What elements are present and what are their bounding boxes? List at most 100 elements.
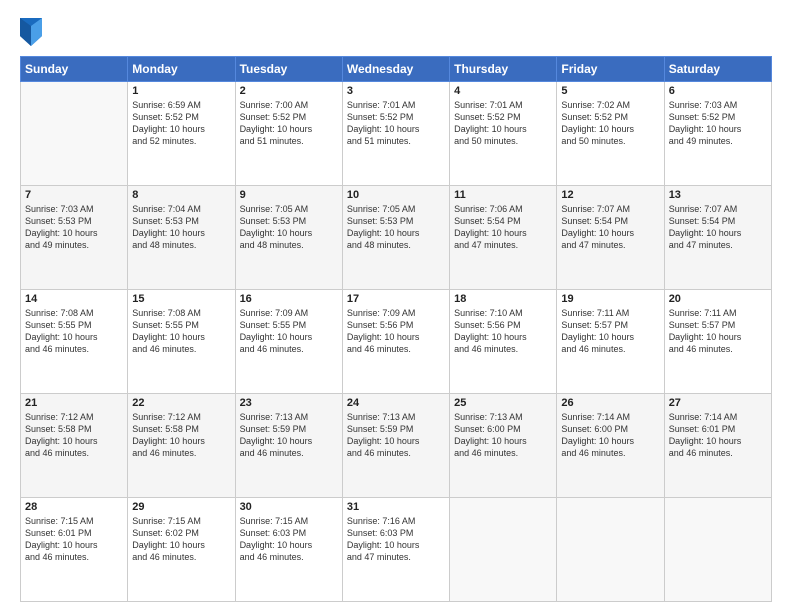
calendar-table: SundayMondayTuesdayWednesdayThursdayFrid… (20, 56, 772, 602)
day-number: 21 (25, 397, 123, 409)
day-number: 1 (132, 85, 230, 97)
day-info: Sunrise: 7:03 AM Sunset: 5:52 PM Dayligh… (669, 99, 767, 148)
header (20, 18, 772, 46)
day-number: 31 (347, 501, 445, 513)
day-number: 14 (25, 293, 123, 305)
day-info: Sunrise: 7:11 AM Sunset: 5:57 PM Dayligh… (669, 307, 767, 356)
day-info: Sunrise: 7:14 AM Sunset: 6:00 PM Dayligh… (561, 411, 659, 460)
day-number: 24 (347, 397, 445, 409)
calendar-cell: 4 Sunrise: 7:01 AM Sunset: 5:52 PM Daylig… (450, 82, 557, 186)
weekday-header-monday: Monday (128, 57, 235, 82)
calendar-cell (664, 498, 771, 602)
calendar-cell: 18Sunrise: 7:10 AM Sunset: 5:56 PM Dayli… (450, 290, 557, 394)
calendar-cell: 26 Sunrise: 7:14 AM Sunset: 6:00 PM Dayli… (557, 394, 664, 498)
day-info: Sunrise: 7:08 AM Sunset: 5:55 PM Dayligh… (25, 307, 123, 356)
calendar-cell: 5 Sunrise: 7:02 AM Sunset: 5:52 PM Daylig… (557, 82, 664, 186)
day-info: Sunrise: 7:16 AM Sunset: 6:03 PM Dayligh… (347, 515, 445, 564)
day-number: 28 (25, 501, 123, 513)
day-number: 9 (240, 189, 338, 201)
day-info: Sunrise: 7:07 AM Sunset: 5:54 PM Dayligh… (669, 203, 767, 252)
day-number: 12 (561, 189, 659, 201)
day-number: 19 (561, 293, 659, 305)
day-info: Sunrise: 7:15 AM Sunset: 6:03 PM Dayligh… (240, 515, 338, 564)
weekday-header-wednesday: Wednesday (342, 57, 449, 82)
day-number: 8 (132, 189, 230, 201)
calendar-cell: 6 Sunrise: 7:03 AM Sunset: 5:52 PM Daylig… (664, 82, 771, 186)
calendar-cell (450, 498, 557, 602)
day-info: Sunrise: 7:13 AM Sunset: 6:00 PM Dayligh… (454, 411, 552, 460)
weekday-header-thursday: Thursday (450, 57, 557, 82)
calendar-cell: 13 Sunrise: 7:07 AM Sunset: 5:54 PM Dayli… (664, 186, 771, 290)
week-row-4: 21 Sunrise: 7:12 AM Sunset: 5:58 PM Dayli… (21, 394, 772, 498)
day-info: Sunrise: 7:06 AM Sunset: 5:54 PM Dayligh… (454, 203, 552, 252)
day-number: 20 (669, 293, 767, 305)
day-number: 15 (132, 293, 230, 305)
calendar-cell: 3 Sunrise: 7:01 AM Sunset: 5:52 PM Daylig… (342, 82, 449, 186)
day-info: Sunrise: 7:07 AM Sunset: 5:54 PM Dayligh… (561, 203, 659, 252)
weekday-header-saturday: Saturday (664, 57, 771, 82)
calendar-cell: 17Sunrise: 7:09 AM Sunset: 5:56 PM Dayli… (342, 290, 449, 394)
day-info: Sunrise: 7:03 AM Sunset: 5:53 PM Dayligh… (25, 203, 123, 252)
day-info: Sunrise: 7:13 AM Sunset: 5:59 PM Dayligh… (347, 411, 445, 460)
day-number: 10 (347, 189, 445, 201)
calendar-cell: 22Sunrise: 7:12 AM Sunset: 5:58 PM Dayli… (128, 394, 235, 498)
day-info: Sunrise: 7:10 AM Sunset: 5:56 PM Dayligh… (454, 307, 552, 356)
day-number: 3 (347, 85, 445, 97)
day-number: 27 (669, 397, 767, 409)
day-info: Sunrise: 7:12 AM Sunset: 5:58 PM Dayligh… (132, 411, 230, 460)
week-row-2: 7 Sunrise: 7:03 AM Sunset: 5:53 PM Daylig… (21, 186, 772, 290)
calendar-cell: 23 Sunrise: 7:13 AM Sunset: 5:59 PM Dayli… (235, 394, 342, 498)
logo (20, 18, 46, 46)
calendar-cell: 12 Sunrise: 7:07 AM Sunset: 5:54 PM Dayli… (557, 186, 664, 290)
day-info: Sunrise: 7:09 AM Sunset: 5:55 PM Dayligh… (240, 307, 338, 356)
day-number: 7 (25, 189, 123, 201)
day-number: 13 (669, 189, 767, 201)
weekday-header-friday: Friday (557, 57, 664, 82)
day-number: 25 (454, 397, 552, 409)
logo-icon (20, 18, 42, 46)
day-info: Sunrise: 7:01 AM Sunset: 5:52 PM Dayligh… (454, 99, 552, 148)
day-info: Sunrise: 7:13 AM Sunset: 5:59 PM Dayligh… (240, 411, 338, 460)
day-number: 17 (347, 293, 445, 305)
day-number: 23 (240, 397, 338, 409)
week-row-5: 28 Sunrise: 7:15 AM Sunset: 6:01 PM Dayli… (21, 498, 772, 602)
day-info: Sunrise: 7:14 AM Sunset: 6:01 PM Dayligh… (669, 411, 767, 460)
calendar-cell: 14 Sunrise: 7:08 AM Sunset: 5:55 PM Dayli… (21, 290, 128, 394)
day-info: Sunrise: 7:12 AM Sunset: 5:58 PM Dayligh… (25, 411, 123, 460)
calendar-cell: 28 Sunrise: 7:15 AM Sunset: 6:01 PM Dayli… (21, 498, 128, 602)
day-info: Sunrise: 6:59 AM Sunset: 5:52 PM Dayligh… (132, 99, 230, 148)
day-info: Sunrise: 7:01 AM Sunset: 5:52 PM Dayligh… (347, 99, 445, 148)
weekday-header-tuesday: Tuesday (235, 57, 342, 82)
day-number: 11 (454, 189, 552, 201)
day-number: 26 (561, 397, 659, 409)
day-info: Sunrise: 7:02 AM Sunset: 5:52 PM Dayligh… (561, 99, 659, 148)
calendar-cell: 8Sunrise: 7:04 AM Sunset: 5:53 PM Daylig… (128, 186, 235, 290)
calendar-cell: 9Sunrise: 7:05 AM Sunset: 5:53 PM Daylig… (235, 186, 342, 290)
calendar-cell: 20 Sunrise: 7:11 AM Sunset: 5:57 PM Dayli… (664, 290, 771, 394)
day-number: 6 (669, 85, 767, 97)
day-info: Sunrise: 7:08 AM Sunset: 5:55 PM Dayligh… (132, 307, 230, 356)
week-row-3: 14 Sunrise: 7:08 AM Sunset: 5:55 PM Dayli… (21, 290, 772, 394)
calendar-cell: 15 Sunrise: 7:08 AM Sunset: 5:55 PM Dayli… (128, 290, 235, 394)
day-number: 5 (561, 85, 659, 97)
day-info: Sunrise: 7:15 AM Sunset: 6:01 PM Dayligh… (25, 515, 123, 564)
day-number: 4 (454, 85, 552, 97)
weekday-header-sunday: Sunday (21, 57, 128, 82)
page: SundayMondayTuesdayWednesdayThursdayFrid… (0, 0, 792, 612)
day-number: 30 (240, 501, 338, 513)
calendar-cell: 25 Sunrise: 7:13 AM Sunset: 6:00 PM Dayli… (450, 394, 557, 498)
calendar-cell: 1 Sunrise: 6:59 AM Sunset: 5:52 PM Daylig… (128, 82, 235, 186)
day-info: Sunrise: 7:11 AM Sunset: 5:57 PM Dayligh… (561, 307, 659, 356)
day-info: Sunrise: 7:05 AM Sunset: 5:53 PM Dayligh… (347, 203, 445, 252)
calendar-cell: 11 Sunrise: 7:06 AM Sunset: 5:54 PM Dayli… (450, 186, 557, 290)
calendar-cell: 10 Sunrise: 7:05 AM Sunset: 5:53 PM Dayli… (342, 186, 449, 290)
calendar-cell: 24 Sunrise: 7:13 AM Sunset: 5:59 PM Dayli… (342, 394, 449, 498)
weekday-header-row: SundayMondayTuesdayWednesdayThursdayFrid… (21, 57, 772, 82)
day-info: Sunrise: 7:00 AM Sunset: 5:52 PM Dayligh… (240, 99, 338, 148)
calendar-cell: 31 Sunrise: 7:16 AM Sunset: 6:03 PM Dayli… (342, 498, 449, 602)
calendar-cell: 30 Sunrise: 7:15 AM Sunset: 6:03 PM Dayli… (235, 498, 342, 602)
calendar-cell: 2Sunrise: 7:00 AM Sunset: 5:52 PM Daylig… (235, 82, 342, 186)
week-row-1: 1 Sunrise: 6:59 AM Sunset: 5:52 PM Daylig… (21, 82, 772, 186)
day-info: Sunrise: 7:15 AM Sunset: 6:02 PM Dayligh… (132, 515, 230, 564)
day-number: 16 (240, 293, 338, 305)
